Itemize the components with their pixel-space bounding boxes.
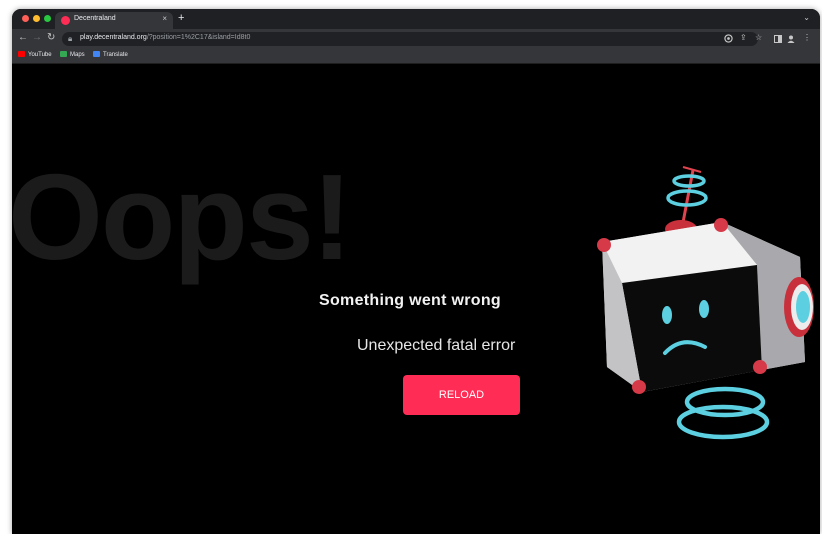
tab-search-button[interactable]: ⌄ <box>803 13 810 22</box>
error-title: Something went wrong <box>319 292 501 309</box>
bookmark-label: Translate <box>103 52 128 58</box>
close-window-button[interactable] <box>22 15 29 22</box>
bookmark-star-icon[interactable]: ☆ <box>755 33 762 42</box>
forward-button[interactable]: → <box>32 32 42 43</box>
bookmark-label: Maps <box>70 52 85 58</box>
google-lens-icon[interactable] <box>724 34 733 43</box>
sad-robot-illustration <box>597 166 814 440</box>
bookmark-maps[interactable]: Maps <box>60 51 85 58</box>
bookmark-label: YouTube <box>28 52 52 58</box>
url-host: play.decentraland.org <box>80 34 147 41</box>
maps-icon <box>60 51 67 57</box>
tab-bar: Decentraland × + ⌄ <box>12 9 820 29</box>
decentraland-favicon-icon <box>61 16 70 25</box>
error-message: Unexpected fatal error <box>357 337 516 354</box>
tab-title: Decentraland <box>74 15 116 22</box>
reload-page-button[interactable]: ↻ <box>47 32 55 43</box>
bookmark-youtube[interactable]: YouTube <box>18 51 52 58</box>
address-bar[interactable]: 🔒︎ play.decentraland.org/?position=1%2C1… <box>62 32 758 46</box>
page-content: Oops! Something went wrong Unexpected fa… <box>12 64 820 534</box>
url-text: play.decentraland.org/?position=1%2C17&i… <box>80 34 250 41</box>
youtube-icon <box>18 51 25 57</box>
bookmarks-bar: YouTube Maps Translate <box>12 49 820 64</box>
tab-close-button[interactable]: × <box>162 14 167 23</box>
share-icon[interactable]: ⇪ <box>740 33 747 42</box>
tab-decentraland[interactable]: Decentraland × <box>55 12 173 29</box>
new-tab-button[interactable]: + <box>178 12 184 24</box>
translate-icon <box>93 51 100 57</box>
lock-icon: 🔒︎ <box>68 34 73 43</box>
side-panel-icon[interactable] <box>774 35 782 43</box>
reload-button[interactable]: RELOAD <box>403 375 520 415</box>
profile-icon[interactable] <box>787 35 795 43</box>
back-button[interactable]: ← <box>18 32 28 43</box>
url-path: /?position=1%2C17&island=Id8t0 <box>146 34 251 41</box>
browser-window: Decentraland × + ⌄ ← → ↻ 🔒︎ play.decentr… <box>12 9 820 534</box>
oops-background-text: Oops! <box>12 149 352 285</box>
more-menu-icon[interactable]: ⋮ <box>803 33 811 42</box>
minimize-window-button[interactable] <box>33 15 40 22</box>
browser-toolbar: ← → ↻ 🔒︎ play.decentraland.org/?position… <box>12 29 820 49</box>
maximize-window-button[interactable] <box>44 15 51 22</box>
bookmark-translate[interactable]: Translate <box>93 51 128 58</box>
